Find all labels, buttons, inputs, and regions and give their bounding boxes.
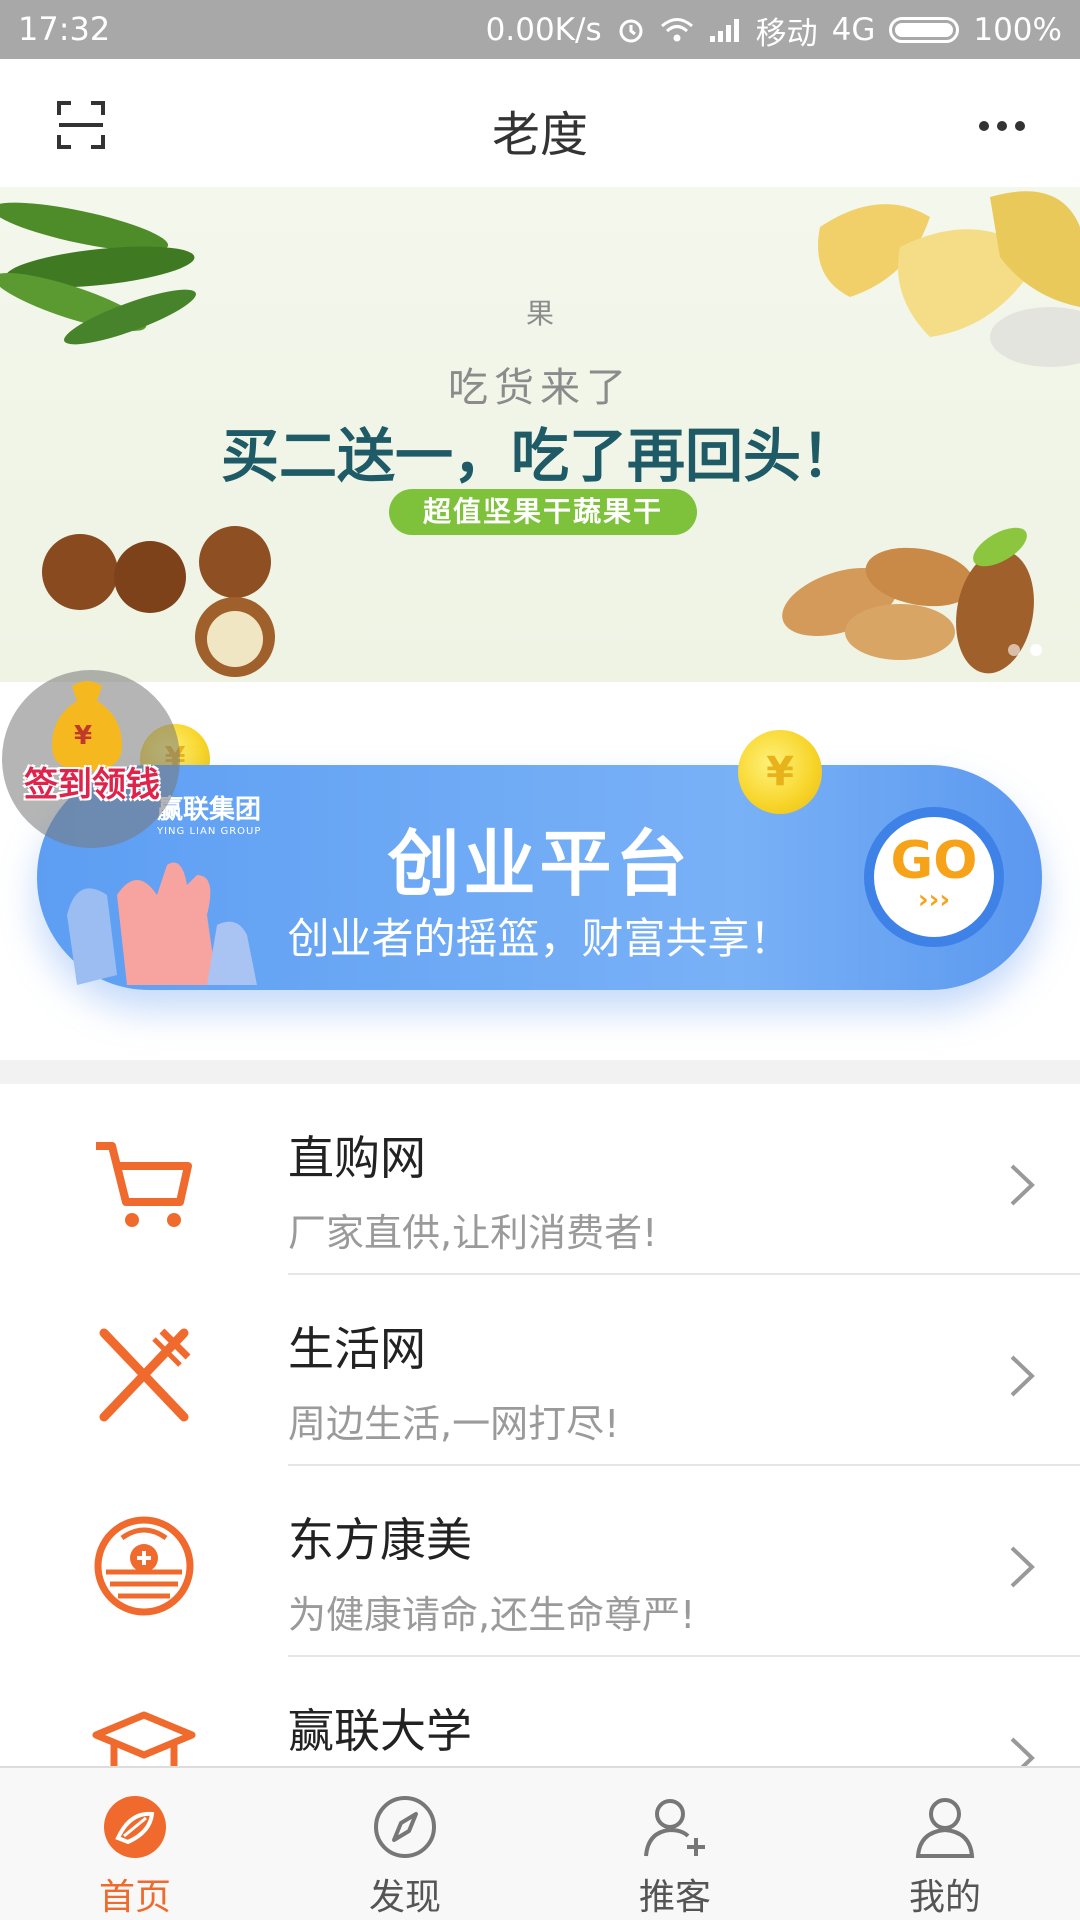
list-item-name: 直购网 bbox=[288, 1131, 426, 1185]
chevron-right-icon bbox=[1010, 1355, 1035, 1397]
bottom-tab-bar: 首页 发现 推客 我的 bbox=[0, 1766, 1080, 1920]
graduation-cap-icon bbox=[92, 1711, 196, 1766]
service-list: 直购网 厂家直供,让利消费者! 生活网 周边生活,一网打尽! 东方康美 为健康请… bbox=[0, 1084, 1080, 1766]
home-icon bbox=[104, 1796, 166, 1858]
tab-discover[interactable]: 发现 bbox=[270, 1768, 540, 1920]
checkin-badge[interactable]: ¥ 签到领钱 bbox=[2, 670, 180, 848]
utensils-icon bbox=[99, 1328, 191, 1422]
entrepreneur-platform-card[interactable]: 赢联集团 YING LIAN GROUP 创业平台 创业者的摇篮，财富共享！ G… bbox=[37, 765, 1042, 990]
svg-text:¥: ¥ bbox=[74, 721, 92, 751]
profile-icon bbox=[915, 1798, 975, 1858]
tab-label: 推客 bbox=[638, 1877, 711, 1918]
checkin-label: 签到领钱 bbox=[24, 765, 160, 805]
battery-icon bbox=[889, 17, 960, 43]
chevron-right-icon bbox=[1010, 1737, 1035, 1766]
net-speed: 0.00K/s bbox=[485, 12, 602, 48]
status-bar: 17:32 0.00K/s 移动 4G 100% bbox=[0, 0, 1080, 59]
status-indicators: 0.00K/s 移动 4G 100% bbox=[485, 10, 1062, 52]
chevron-right-icon bbox=[1010, 1546, 1035, 1588]
list-item-name: 赢联大学 bbox=[288, 1704, 472, 1758]
more-icon[interactable] bbox=[976, 111, 1028, 141]
status-time: 17:32 bbox=[18, 10, 111, 48]
tab-referral[interactable]: 推客 bbox=[540, 1768, 810, 1920]
list-item-health[interactable]: 东方康美 为健康请命,还生命尊严! bbox=[0, 1466, 1080, 1657]
pagination-dot-active bbox=[1030, 644, 1042, 656]
tab-label: 首页 bbox=[98, 1877, 171, 1918]
list-item-name: 东方康美 bbox=[288, 1513, 472, 1567]
compass-icon bbox=[374, 1796, 436, 1858]
banner-kicker: 果 bbox=[525, 297, 554, 330]
list-item-desc: 厂家直供,让利消费者! bbox=[288, 1211, 658, 1255]
list-item-university[interactable]: 赢联大学 bbox=[0, 1657, 1080, 1766]
section-divider bbox=[0, 1060, 1080, 1084]
tab-label: 发现 bbox=[368, 1877, 441, 1918]
alarm-icon bbox=[619, 19, 643, 43]
pagination-dot bbox=[1008, 644, 1020, 656]
banner-subtitle: 吃货来了 bbox=[448, 365, 632, 411]
banner-pagination bbox=[1008, 644, 1042, 656]
list-item-name: 生活网 bbox=[288, 1322, 426, 1376]
cart-icon bbox=[96, 1142, 192, 1227]
tab-profile[interactable]: 我的 bbox=[810, 1768, 1080, 1920]
coin-icon: ¥ bbox=[738, 730, 822, 814]
tab-home[interactable]: 首页 bbox=[0, 1768, 270, 1920]
list-item-direct-buy[interactable]: 直购网 厂家直供,让利消费者! bbox=[0, 1084, 1080, 1275]
chevron-right-icon bbox=[1010, 1164, 1035, 1206]
list-item-life[interactable]: 生活网 周边生活,一网打尽! bbox=[0, 1275, 1080, 1466]
app-header: 老度 bbox=[0, 59, 1080, 187]
signal-icon bbox=[709, 19, 739, 42]
promo-banner[interactable]: 果 吃货来了 买二送一，吃了再回头！ 超值坚果干蔬果干 bbox=[0, 187, 1080, 682]
wifi-icon bbox=[660, 18, 693, 42]
macadamia-illustration bbox=[42, 526, 275, 677]
banner-pill: 超值坚果干蔬果干 bbox=[389, 489, 697, 535]
go-label: GO bbox=[890, 831, 978, 891]
page-title: 老度 bbox=[491, 107, 588, 163]
go-button[interactable]: GO ››› bbox=[864, 807, 1004, 947]
list-item-desc: 为健康请命,还生命尊严! bbox=[288, 1593, 696, 1637]
tab-label: 我的 bbox=[908, 1877, 981, 1918]
battery-percent: 100% bbox=[973, 12, 1062, 48]
carrier-label: 移动 bbox=[755, 15, 818, 52]
health-emblem-icon bbox=[94, 1516, 194, 1616]
banner-headline: 买二送一，吃了再回头！ bbox=[220, 422, 859, 490]
network-label: 4G bbox=[831, 12, 876, 48]
list-item-desc: 周边生活,一网打尽! bbox=[288, 1402, 620, 1446]
add-user-icon bbox=[644, 1799, 705, 1857]
